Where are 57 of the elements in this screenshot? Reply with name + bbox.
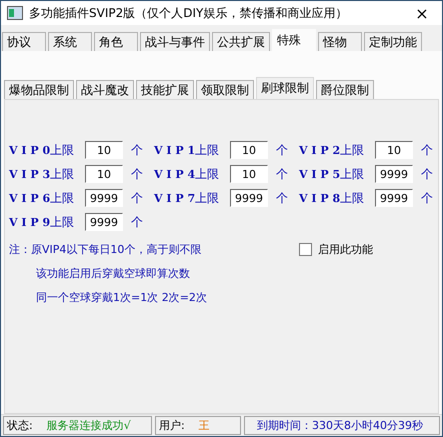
note-text: 该功能启用后穿戴空球即算次数 xyxy=(35,266,191,281)
unit-label: 个 xyxy=(421,190,433,206)
input-field[interactable]: 10 xyxy=(375,141,413,159)
note-text: 同一个空球穿戴1次=1次 2次=2次 xyxy=(35,290,208,305)
unit-label: 个 xyxy=(131,166,143,182)
input-field[interactable]: 10 xyxy=(230,141,268,159)
field-label: V I P 3上限 xyxy=(9,166,76,182)
input-field[interactable]: 9999 xyxy=(230,189,268,207)
tab[interactable]: 角色 xyxy=(94,32,138,51)
tab[interactable]: 系统 xyxy=(48,32,92,51)
tab[interactable]: 爆物品限制 xyxy=(4,80,74,99)
unit-label: 个 xyxy=(421,142,433,158)
tab[interactable]: 定制功能 xyxy=(364,32,422,51)
unit-label: 个 xyxy=(131,214,143,230)
input-field[interactable]: 10 xyxy=(85,165,123,183)
field-label: V I P 0上限 xyxy=(9,142,76,158)
input-field[interactable]: 10 xyxy=(85,141,123,159)
input-field[interactable]: 9999 xyxy=(375,165,413,183)
checkbox[interactable] xyxy=(299,242,312,256)
expiry-text: 到期时间：330天8小时40分39秒 xyxy=(257,418,423,433)
unit-label: 个 xyxy=(276,166,288,182)
field-label: V I P 4上限 xyxy=(154,166,220,182)
tab[interactable]: 刷球限制 xyxy=(256,77,314,99)
note-text: 注：原VIP4以下每日10个，高于则不限 xyxy=(9,242,202,257)
checkbox-label: 启用此功能 xyxy=(318,242,373,256)
input-field[interactable]: 10 xyxy=(230,165,268,183)
status-label: 状态: xyxy=(7,418,33,433)
input-field[interactable]: 9999 xyxy=(85,213,123,231)
input-field[interactable]: 9999 xyxy=(375,189,413,207)
tab[interactable]: 特殊 xyxy=(272,29,316,51)
window-title: 多功能插件SVIP2版（仅个人DIY娱乐，禁传播和商业应用） xyxy=(29,4,348,22)
tab[interactable]: 战斗与事件 xyxy=(140,32,210,51)
tab[interactable]: 爵位限制 xyxy=(316,80,374,99)
field-label: V I P 5上限 xyxy=(299,166,366,182)
unit-label: 个 xyxy=(131,142,143,158)
field-label: V I P 7上限 xyxy=(154,190,220,206)
tab[interactable]: 公共扩展 xyxy=(212,32,270,51)
unit-label: 个 xyxy=(131,190,143,206)
status-text: 服务器连接成功√ xyxy=(46,418,131,433)
tab[interactable]: 战斗魔改 xyxy=(76,80,134,99)
unit-label: 个 xyxy=(276,142,288,158)
app-icon xyxy=(7,6,23,20)
field-label: V I P 8上限 xyxy=(299,190,366,206)
unit-label: 个 xyxy=(421,166,433,182)
tab[interactable]: 协议 xyxy=(2,32,46,51)
close-button[interactable]: × xyxy=(402,1,442,25)
field-label: V I P 6上限 xyxy=(9,190,76,206)
tab[interactable]: 技能扩展 xyxy=(136,80,194,99)
tab[interactable]: 怪物 xyxy=(318,32,362,51)
field-label: V I P 2上限 xyxy=(299,142,366,158)
field-label: V I P 9上限 xyxy=(9,214,76,230)
field-label: V I P 1上限 xyxy=(154,142,220,158)
user-label: 用户: xyxy=(159,418,185,433)
user-name: 王 xyxy=(198,418,210,433)
unit-label: 个 xyxy=(276,190,288,206)
tab[interactable]: 领取限制 xyxy=(196,80,254,99)
input-field[interactable]: 9999 xyxy=(85,189,123,207)
